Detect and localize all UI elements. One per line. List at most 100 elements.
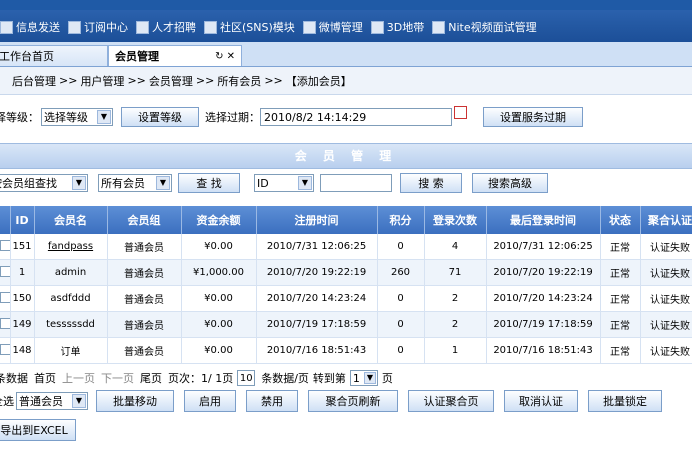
chevron-down-icon: ▼	[72, 176, 86, 190]
next-page-link[interactable]: 下一页	[101, 370, 134, 386]
breadcrumb-item[interactable]: 会员管理	[149, 73, 193, 89]
goto-page-select[interactable]: 1 ▼	[349, 370, 378, 386]
row-checkbox[interactable]	[0, 337, 11, 364]
batch-lock-button[interactable]: 批量锁定	[588, 390, 662, 412]
set-level-button[interactable]: 设置等级	[121, 107, 199, 127]
checkbox-icon	[0, 239, 9, 251]
module-icon	[136, 20, 149, 34]
cell-aggregate-auth[interactable]: 认证失败	[640, 337, 692, 364]
disable-button[interactable]: 禁用	[246, 390, 298, 412]
cancel-certify-button[interactable]: 取消认证	[504, 390, 578, 412]
checkbox-icon	[0, 265, 9, 277]
breadcrumb-item[interactable]: 所有会员	[217, 73, 261, 89]
group-filter-select[interactable]: 按会员组查找▼	[0, 174, 88, 192]
row-checkbox[interactable]	[0, 234, 11, 260]
cell-username[interactable]: fandpass	[34, 234, 108, 260]
table-row: 148 订单 普通会员 ¥0.00 2010/7/16 18:51:43 0 1…	[0, 337, 692, 364]
cell-balance: ¥0.00	[181, 311, 257, 338]
breadcrumb-item[interactable]: 用户管理	[80, 73, 124, 89]
cell-aggregate-auth[interactable]: 认证失败	[640, 234, 692, 260]
row-checkbox[interactable]	[0, 285, 11, 312]
cell-id: 1	[10, 259, 35, 286]
target-group-select[interactable]: 普通会员 ▼	[16, 392, 88, 410]
advanced-search-button[interactable]: 搜索高级	[472, 173, 548, 193]
prev-page-link[interactable]: 上一页	[62, 370, 95, 386]
calendar-icon[interactable]	[454, 105, 467, 119]
cell-aggregate-auth[interactable]: 认证失败	[640, 311, 692, 338]
cell-balance: ¥0.00	[181, 234, 257, 260]
cell-group: 普通会员	[107, 259, 182, 286]
cell-username[interactable]: admin	[34, 259, 108, 286]
last-page-link[interactable]: 尾页	[140, 370, 162, 386]
column-header[interactable]: 会员名	[34, 206, 108, 234]
cell-group: 普通会员	[107, 337, 182, 364]
breadcrumb: 后台管理 >> 用户管理 >> 会员管理 >> 所有会员 >> 【添加会员】	[0, 67, 692, 95]
member-filter-select[interactable]: 所有会员 ▼	[98, 174, 172, 192]
cell-register-time: 2010/7/20 14:23:24	[256, 285, 378, 312]
tab-member-management[interactable]: 会员管理 ↻ ✕	[108, 45, 242, 66]
cell-username[interactable]: tesssssdd	[34, 311, 108, 338]
cell-username[interactable]: asdfddd	[34, 285, 108, 312]
cell-aggregate-auth[interactable]: 认证失败	[640, 259, 692, 286]
refresh-aggregate-button[interactable]: 聚合页刷新	[308, 390, 398, 412]
column-header[interactable]: 注册时间	[256, 206, 378, 234]
row-checkbox[interactable]	[0, 259, 11, 286]
top-nav-item[interactable]: 社区(SNS)模块	[204, 19, 295, 35]
find-button[interactable]: 查 找	[178, 173, 240, 193]
cell-username[interactable]: 订单	[34, 337, 108, 364]
set-expire-button[interactable]: 设置服务过期	[483, 107, 583, 127]
search-button[interactable]: 搜 索	[400, 173, 462, 193]
total-count: 5条数据	[0, 372, 28, 385]
expire-label: 选择过期：	[205, 111, 260, 124]
tab-controls-icon[interactable]: ↻ ✕	[215, 51, 235, 62]
table-row: 150 asdfddd 普通会员 ¥0.00 2010/7/20 14:23:2…	[0, 285, 692, 312]
breadcrumb-add-member-link[interactable]: 【添加会员】	[286, 73, 352, 89]
level-select[interactable]: 选择等级 ▼	[41, 108, 113, 126]
column-header[interactable]: 积分	[377, 206, 425, 234]
cell-id: 150	[10, 285, 35, 312]
column-header[interactable]: ID	[10, 206, 35, 234]
cell-points: 0	[377, 234, 425, 260]
row-checkbox[interactable]	[0, 311, 11, 338]
page-size-input[interactable]: 10	[237, 370, 256, 386]
batch-move-button[interactable]: 批量移动	[96, 390, 174, 412]
header-strip	[0, 0, 692, 10]
cell-balance: ¥1,000.00	[181, 259, 257, 286]
top-nav: 信息发送 订阅中心 人才招聘 社区(SNS)模块 微博管理 3D地带 Nite视…	[0, 16, 545, 38]
column-header[interactable]: 状态	[600, 206, 641, 234]
tab-dashboard[interactable]: 工作台首页	[0, 45, 108, 66]
first-page-link[interactable]: 首页	[34, 370, 56, 386]
cell-group: 普通会员	[107, 285, 182, 312]
top-nav-item[interactable]: Nite视频面试管理	[432, 19, 537, 35]
goto-label: 转到第	[312, 372, 346, 385]
certify-aggregate-button[interactable]: 认证聚合页	[408, 390, 494, 412]
column-header[interactable]: 登录次数	[424, 206, 487, 234]
top-nav-item[interactable]: 订阅中心	[68, 19, 128, 35]
column-header[interactable]: 聚合认证	[640, 206, 692, 234]
cell-status: 正常	[600, 285, 641, 312]
keyword-input[interactable]	[320, 174, 392, 192]
cell-group: 普通会员	[107, 234, 182, 260]
section-title: 会 员 管 理	[0, 143, 692, 169]
cell-status: 正常	[600, 311, 641, 338]
top-header: 信息发送 订阅中心 人才招聘 社区(SNS)模块 微博管理 3D地带 Nite视…	[0, 0, 692, 42]
cell-aggregate-auth[interactable]: 认证失败	[640, 285, 692, 312]
chevron-down-icon: ▼	[298, 176, 312, 190]
expire-date-input[interactable]: 2010/8/2 14:14:29	[260, 108, 452, 126]
breadcrumb-separator: >>	[264, 74, 283, 87]
column-header[interactable]: 资金余额	[181, 206, 257, 234]
breadcrumb-item[interactable]: 后台管理	[12, 73, 56, 89]
table-header-row: ID 会员名 会员组 资金余额 注册时间 积分 登录次数 最后登录时间 状态 聚…	[0, 206, 692, 234]
top-nav-item[interactable]: 人才招聘	[136, 19, 196, 35]
top-nav-item[interactable]: 微博管理	[302, 19, 363, 35]
top-nav-item[interactable]: 3D地带	[370, 19, 424, 35]
search-field-select[interactable]: ID ▼	[254, 174, 314, 192]
enable-button[interactable]: 启用	[184, 390, 236, 412]
export-excel-button[interactable]: 导出到EXCEL	[0, 419, 76, 441]
cell-last-login: 2010/7/20 19:22:19	[486, 259, 601, 286]
select-all-label[interactable]: 全选	[0, 393, 14, 409]
top-nav-item[interactable]: 信息发送	[0, 19, 60, 35]
column-header[interactable]: 最后登录时间	[486, 206, 601, 234]
column-header[interactable]: 会员组	[107, 206, 182, 234]
module-icon	[370, 20, 384, 34]
